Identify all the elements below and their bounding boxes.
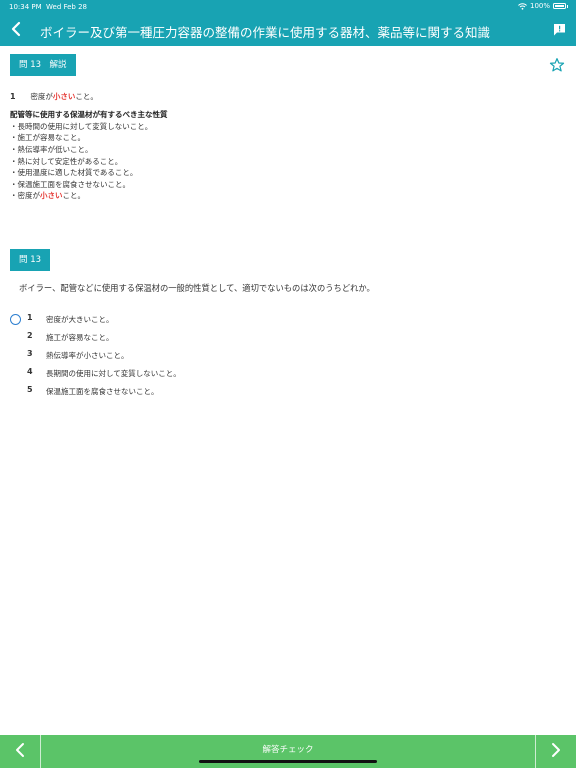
explanation-point-last: ・密度が小さいこと。 bbox=[10, 190, 85, 201]
explanation-chip: 問 13 解説 bbox=[10, 54, 76, 76]
option-5[interactable]: 5 保温施工面を腐食させないこと。 bbox=[10, 384, 550, 400]
star-icon[interactable] bbox=[549, 57, 565, 73]
option-text: 施工が容易なこと。 bbox=[46, 333, 114, 342]
question-text: ボイラー、配管などに使用する保温材の一般的性質として、適切でないものは次のうちど… bbox=[19, 283, 375, 293]
status-right: 100% bbox=[518, 2, 568, 10]
last-point-pre: ・密度が bbox=[10, 191, 40, 200]
option-3[interactable]: 3 熱伝導率が小さいこと。 bbox=[10, 348, 550, 364]
chevron-right-icon bbox=[552, 743, 560, 757]
nav-bar: ボイラー及び第一種圧力容器の整備の作業に使用する器材、薬品等に関する知識 bbox=[0, 13, 576, 46]
option-text: 保温施工面を腐食させないこと。 bbox=[46, 387, 159, 396]
last-point-post: こと。 bbox=[62, 191, 86, 200]
last-point-highlight: 小さい bbox=[40, 191, 63, 200]
bottom-bar: 解答チェック bbox=[0, 735, 576, 768]
option-text: 熱伝導率が小さいこと。 bbox=[46, 351, 129, 360]
explanation-point: ・使用温度に適した材質であること。 bbox=[10, 168, 138, 177]
status-time: 10:34 PM bbox=[9, 3, 42, 11]
explanation-point: ・施工が容易なこと。 bbox=[10, 133, 85, 142]
back-chevron-icon[interactable] bbox=[9, 21, 25, 37]
answer-text-post: こと。 bbox=[75, 92, 98, 101]
wifi-icon bbox=[518, 2, 527, 10]
prev-button[interactable] bbox=[0, 735, 41, 768]
explanation-point: ・保温施工面を腐食させないこと。 bbox=[10, 180, 130, 189]
feedback-icon[interactable] bbox=[553, 23, 566, 36]
option-number: 2 bbox=[27, 331, 33, 340]
radio-circle-icon[interactable] bbox=[10, 314, 21, 325]
option-number: 4 bbox=[27, 367, 33, 376]
explanation-heading: 配管等に使用する保温材が有するべき主な性質 bbox=[10, 110, 168, 119]
battery-icon bbox=[553, 3, 566, 9]
option-number: 1 bbox=[27, 313, 33, 322]
option-1[interactable]: 1 密度が大きいこと。 bbox=[10, 312, 550, 328]
home-indicator bbox=[199, 760, 377, 763]
battery-cap bbox=[567, 4, 568, 8]
answer-check-button[interactable]: 解答チェック bbox=[41, 735, 535, 768]
option-4[interactable]: 4 長期間の使用に対して変質しないこと。 bbox=[10, 366, 550, 382]
option-text: 長期間の使用に対して変質しないこと。 bbox=[46, 369, 181, 378]
question-chip: 問 13 bbox=[10, 249, 51, 271]
option-2[interactable]: 2 施工が容易なこと。 bbox=[10, 330, 550, 346]
answer-line: 1 密度が小さいこと。 bbox=[10, 91, 98, 102]
answer-highlight: 小さい bbox=[52, 92, 76, 101]
status-date: Wed Feb 28 bbox=[46, 3, 88, 11]
chevron-left-icon bbox=[16, 743, 24, 757]
status-bar: 10:34 PM Wed Feb 28 100% bbox=[0, 0, 576, 13]
battery-percent: 100% bbox=[529, 2, 550, 10]
option-number: 5 bbox=[27, 385, 33, 394]
explanation-point: ・長時間の使用に対して変質しないこと。 bbox=[10, 122, 153, 131]
option-number: 3 bbox=[27, 349, 33, 358]
next-button[interactable] bbox=[535, 735, 576, 768]
page-title: ボイラー及び第一種圧力容器の整備の作業に使用する器材、薬品等に関する知識 bbox=[40, 25, 491, 40]
explanation-point: ・熱伝導率が低いこと。 bbox=[10, 145, 93, 154]
answer-text-pre: 密度が bbox=[30, 92, 53, 101]
option-text: 密度が大きいこと。 bbox=[46, 315, 114, 324]
answer-number: 1 bbox=[10, 92, 16, 101]
explanation-point: ・熱に対して安定性があること。 bbox=[10, 157, 123, 166]
